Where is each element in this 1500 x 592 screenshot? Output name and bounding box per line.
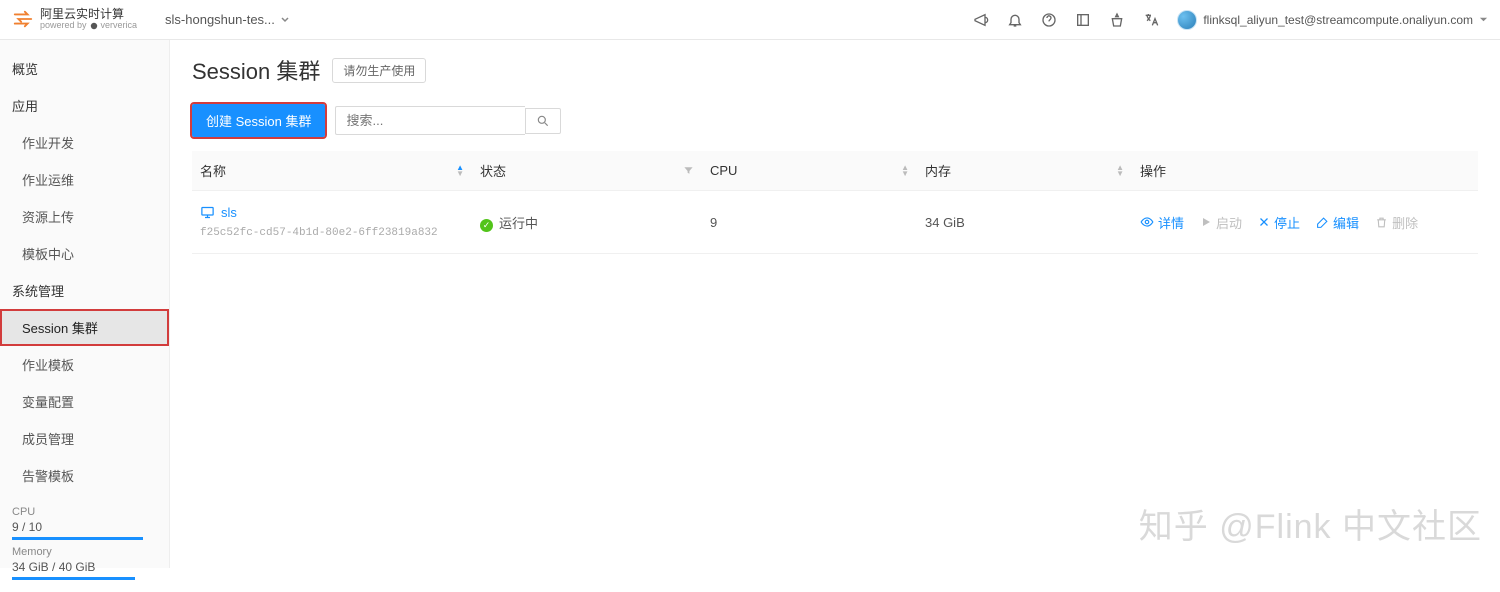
edit-icon: [1316, 216, 1329, 229]
cluster-id: f25c52fc-cd57-4b1d-80e2-6ff23819a832: [200, 227, 464, 239]
logo-icon: [12, 8, 34, 30]
bell-icon[interactable]: [1007, 12, 1023, 28]
sidebar-section-app: 应用: [0, 87, 169, 124]
language-icon[interactable]: [1143, 12, 1159, 28]
sidebar-overview[interactable]: 概览: [0, 50, 169, 87]
sidebar-item-resource-upload[interactable]: 资源上传: [0, 198, 169, 235]
sort-icon: ▲▼: [456, 165, 464, 177]
monitor-icon: [200, 205, 215, 220]
sidebar-section-sys: 系统管理: [0, 272, 169, 309]
start-action: 启动: [1200, 213, 1242, 232]
mem-usage-label: Memory: [12, 546, 157, 558]
table-row: sls f25c52fc-cd57-4b1d-80e2-6ff23819a832…: [192, 191, 1478, 254]
trash-icon: [1375, 216, 1388, 229]
sidebar-item-job-template[interactable]: 作业模板: [0, 346, 169, 383]
session-cluster-table: 名称▲▼ 状态 CPU▲▼ 内存▲▼ 操作: [192, 151, 1478, 254]
status-success-icon: ✓: [480, 219, 493, 232]
sidebar-item-job-ops[interactable]: 作业运维: [0, 161, 169, 198]
cpu-cell: 9: [702, 191, 917, 254]
th-status[interactable]: 状态: [472, 151, 702, 191]
logo: 阿里云实时计算 powered by ververica: [12, 8, 137, 31]
sidebar-item-var-config[interactable]: 变量配置: [0, 383, 169, 420]
sidebar-item-template-center[interactable]: 模板中心: [0, 235, 169, 272]
search-button[interactable]: [525, 108, 561, 134]
sidebar-item-alert-template[interactable]: 告警模板: [0, 457, 169, 494]
mem-cell: 34 GiB: [917, 191, 1132, 254]
th-ops: 操作: [1132, 151, 1478, 191]
main-content: Session 集群 请勿生产使用 创建 Session 集群 名称▲▼: [170, 40, 1500, 568]
page-title: Session 集群: [192, 54, 320, 86]
search-icon: [536, 114, 550, 128]
play-icon: [1200, 216, 1212, 228]
cpu-usage-value: 9 / 10: [12, 520, 157, 534]
ververica-mark-icon: [90, 22, 98, 30]
stop-action[interactable]: 停止: [1258, 213, 1300, 232]
mem-usage-bar: [12, 577, 135, 580]
user-menu[interactable]: flinksql_aliyun_test@streamcompute.onali…: [1177, 10, 1488, 30]
topbar-icons: flinksql_aliyun_test@streamcompute.onali…: [973, 10, 1488, 30]
non-prod-tag: 请勿生产使用: [332, 58, 426, 83]
caret-down-icon: [1479, 15, 1488, 24]
sort-icon: ▲▼: [901, 165, 909, 177]
create-session-cluster-button[interactable]: 创建 Session 集群: [192, 104, 325, 137]
chevron-down-icon: [280, 15, 290, 25]
help-icon[interactable]: [1041, 12, 1057, 28]
status-cell: ✓运行中: [472, 191, 702, 254]
th-name[interactable]: 名称▲▼: [192, 151, 472, 191]
theme-icon[interactable]: [1109, 12, 1125, 28]
avatar: [1177, 10, 1197, 30]
sidebar-item-member-mgmt[interactable]: 成员管理: [0, 420, 169, 457]
workspace-selector[interactable]: sls-hongshun-tes...: [165, 12, 290, 27]
x-icon: [1258, 216, 1270, 228]
cpu-usage-label: CPU: [12, 506, 157, 518]
mem-usage-value: 34 GiB / 40 GiB: [12, 560, 157, 574]
sidebar: 概览 应用 作业开发 作业运维 资源上传 模板中心 系统管理 Session 集…: [0, 40, 170, 568]
usage-panel: CPU 9 / 10 Memory 34 GiB / 40 GiB: [0, 494, 169, 592]
sidebar-item-job-dev[interactable]: 作业开发: [0, 124, 169, 161]
topbar: 阿里云实时计算 powered by ververica sls-hongshu…: [0, 0, 1500, 40]
search-input[interactable]: [335, 106, 525, 135]
logo-subtitle: powered by ververica: [40, 21, 137, 31]
filter-icon: [683, 165, 694, 176]
eye-icon: [1140, 215, 1154, 229]
cpu-usage-bar: [12, 537, 143, 540]
user-email: flinksql_aliyun_test@streamcompute.onali…: [1203, 13, 1473, 27]
cluster-name-link[interactable]: sls: [200, 205, 237, 220]
sidebar-item-session-cluster[interactable]: Session 集群: [0, 309, 169, 346]
th-cpu[interactable]: CPU▲▼: [702, 151, 917, 191]
edit-action[interactable]: 编辑: [1316, 213, 1359, 232]
expand-icon[interactable]: [1075, 12, 1091, 28]
announcement-icon[interactable]: [973, 12, 989, 28]
delete-action: 删除: [1375, 213, 1418, 232]
detail-action[interactable]: 详情: [1140, 213, 1184, 232]
workspace-name: sls-hongshun-tes...: [165, 12, 275, 27]
th-mem[interactable]: 内存▲▼: [917, 151, 1132, 191]
sort-icon: ▲▼: [1116, 165, 1124, 177]
